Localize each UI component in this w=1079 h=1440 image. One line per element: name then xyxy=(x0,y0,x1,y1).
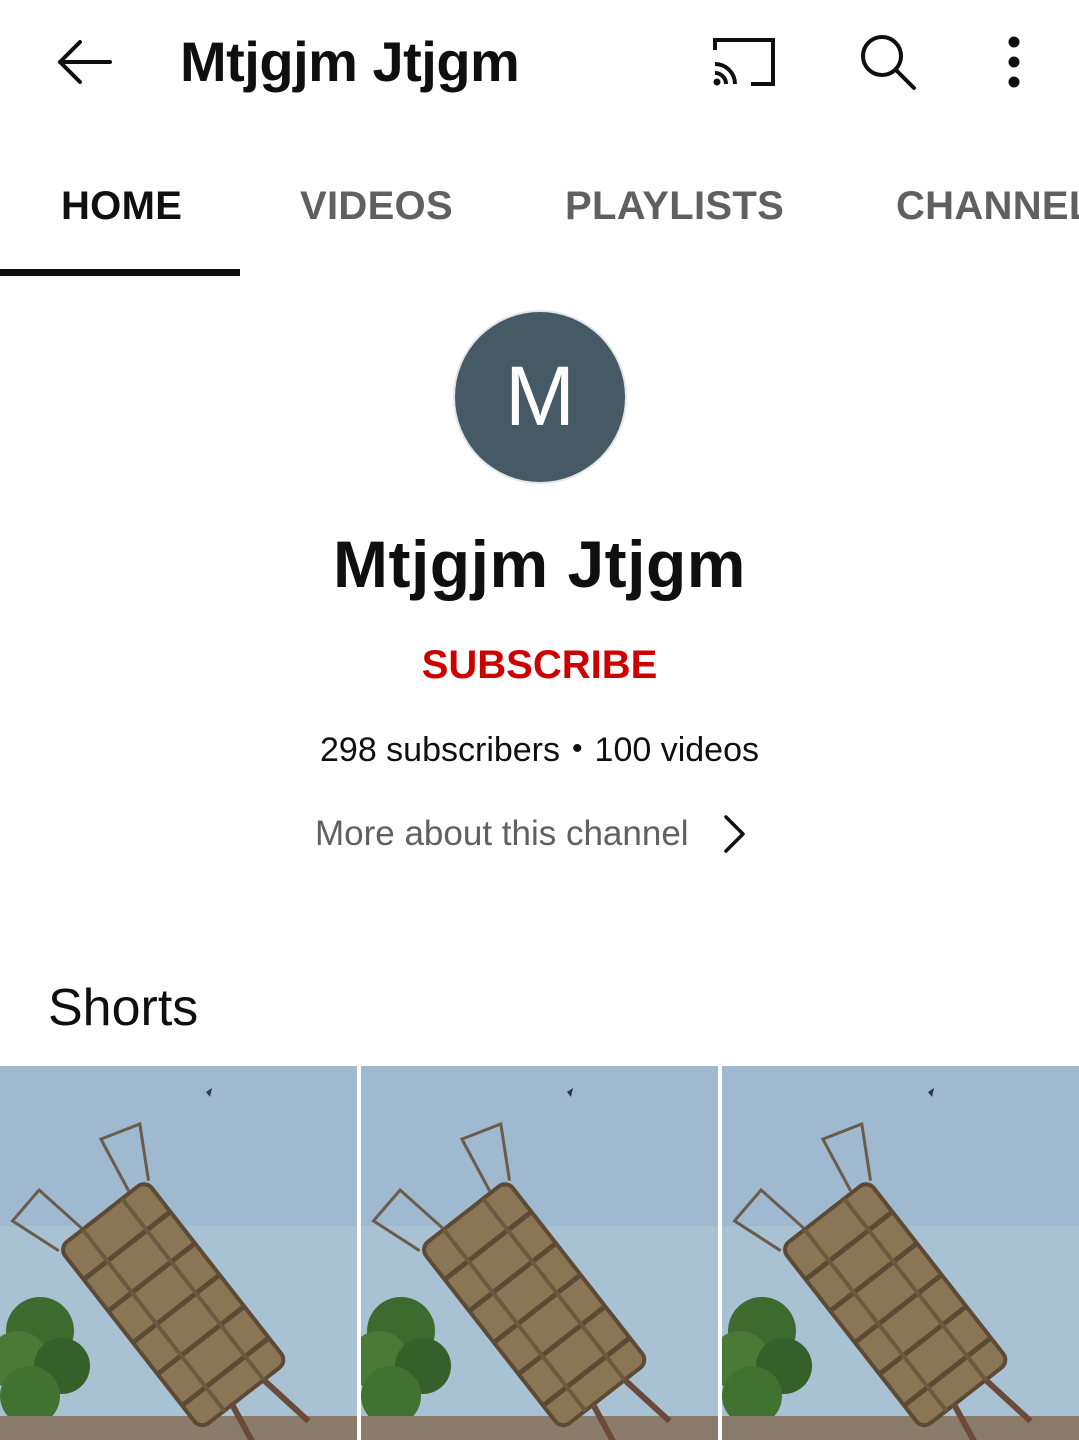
shorts-row xyxy=(0,1066,1079,1440)
falling-water-tank-thumbnail xyxy=(361,1066,718,1440)
top-app-bar: Mtjgjm Jtjgm xyxy=(0,0,1079,128)
tab-channel[interactable]: CHANNEL xyxy=(896,182,1079,230)
short-thumbnail[interactable] xyxy=(0,1066,357,1440)
search-button[interactable] xyxy=(848,22,928,102)
short-thumbnail[interactable] xyxy=(361,1066,718,1440)
app-bar-title: Mtjgjm Jtjgm xyxy=(180,30,520,93)
search-icon xyxy=(861,35,916,90)
avatar: M xyxy=(455,312,625,482)
more-vert-icon xyxy=(1008,36,1020,88)
short-thumbnail[interactable] xyxy=(722,1066,1079,1440)
avatar-letter: M xyxy=(505,349,575,443)
more-options-button[interactable] xyxy=(974,22,1054,102)
subscribe-button[interactable]: SUBSCRIBE xyxy=(0,642,1079,688)
more-about-channel-link[interactable]: More about this channel xyxy=(315,808,747,860)
back-button[interactable] xyxy=(44,22,124,102)
stats-separator: • xyxy=(572,732,583,765)
falling-water-tank-thumbnail xyxy=(0,1066,357,1440)
channel-page: Mtjgjm Jtjgm HOME VIDEOS PLAYLISTS CHANN… xyxy=(0,0,1079,1440)
tab-home[interactable]: HOME xyxy=(61,182,182,230)
more-about-label: More about this channel xyxy=(315,814,689,853)
channel-stats: 298 subscribers • 100 videos xyxy=(0,730,1079,772)
channel-name: Mtjgjm Jtjgm xyxy=(333,527,746,601)
falling-water-tank-thumbnail xyxy=(722,1066,1079,1440)
active-tab-indicator xyxy=(0,269,240,276)
channel-tabs: HOME VIDEOS PLAYLISTS CHANNEL xyxy=(0,150,1079,278)
back-arrow-icon xyxy=(58,40,112,84)
tab-playlists[interactable]: PLAYLISTS xyxy=(565,182,784,230)
chevron-right-icon xyxy=(723,814,747,854)
video-count: 100 videos xyxy=(594,731,759,769)
tab-videos[interactable]: VIDEOS xyxy=(300,182,453,230)
shorts-section-title: Shorts xyxy=(48,979,199,1037)
cast-icon xyxy=(713,38,775,86)
cast-button[interactable] xyxy=(703,22,783,102)
subscriber-count: 298 subscribers xyxy=(320,731,561,769)
